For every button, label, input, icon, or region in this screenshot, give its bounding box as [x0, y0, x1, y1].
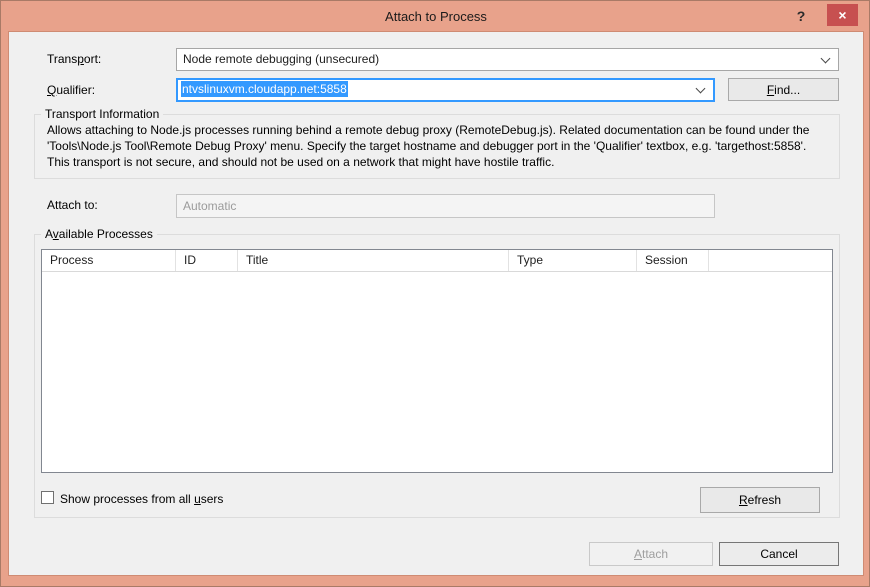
process-list-body[interactable]	[42, 272, 832, 472]
transport-label: Transport:	[47, 52, 102, 66]
transport-select[interactable]: Node remote debugging (unsecured)	[176, 48, 839, 71]
help-icon: ?	[796, 8, 806, 24]
help-button[interactable]: ?	[791, 7, 811, 26]
chevron-down-icon[interactable]	[820, 53, 831, 64]
window-title: Attach to Process	[385, 9, 487, 24]
refresh-button[interactable]: Refresh	[700, 487, 820, 513]
transport-information-line: This transport is not secure, and should…	[47, 155, 555, 169]
qualifier-combobox[interactable]: ntvslinuxvm.cloudapp.net:5858	[176, 78, 715, 102]
qualifier-label: Qualifier:	[47, 83, 96, 97]
column-header-blank[interactable]	[709, 250, 832, 271]
transport-information-line: Allows attaching to Node.js processes ru…	[47, 123, 810, 137]
transport-information-title: Transport Information	[41, 107, 164, 121]
attach-to-label: Attach to:	[47, 198, 98, 212]
qualifier-value[interactable]: ntvslinuxvm.cloudapp.net:5858	[181, 81, 348, 97]
column-header-id[interactable]: ID	[176, 250, 238, 271]
attach-button: Attach	[589, 542, 713, 566]
close-icon: ×	[838, 7, 847, 23]
chevron-down-icon[interactable]	[695, 83, 706, 94]
cancel-button[interactable]: Cancel	[719, 542, 839, 566]
column-header-session[interactable]: Session	[637, 250, 709, 271]
available-processes-title: Available Processes	[41, 227, 157, 241]
column-header-title[interactable]: Title	[238, 250, 509, 271]
close-button[interactable]: ×	[827, 4, 858, 26]
attach-to-value: Automatic	[183, 199, 237, 213]
column-header-type[interactable]: Type	[509, 250, 637, 271]
attach-to-field: Automatic	[176, 194, 715, 218]
process-list[interactable]: Process ID Title Type Session	[41, 249, 833, 473]
column-header-process[interactable]: Process	[42, 250, 176, 271]
show-all-users-checkbox[interactable]	[41, 491, 54, 504]
transport-selected-value: Node remote debugging (unsecured)	[183, 52, 380, 66]
find-button[interactable]: Find...	[728, 78, 839, 101]
transport-information-line: 'Tools\Node.js Tool\Remote Debug Proxy' …	[47, 139, 807, 153]
show-all-users-label[interactable]: Show processes from all users	[60, 492, 223, 506]
attach-to-process-dialog: Attach to Process ? × Transport: Node re…	[0, 0, 870, 587]
titlebar[interactable]: Attach to Process ? ×	[1, 1, 869, 31]
process-list-header: Process ID Title Type Session	[42, 250, 832, 272]
